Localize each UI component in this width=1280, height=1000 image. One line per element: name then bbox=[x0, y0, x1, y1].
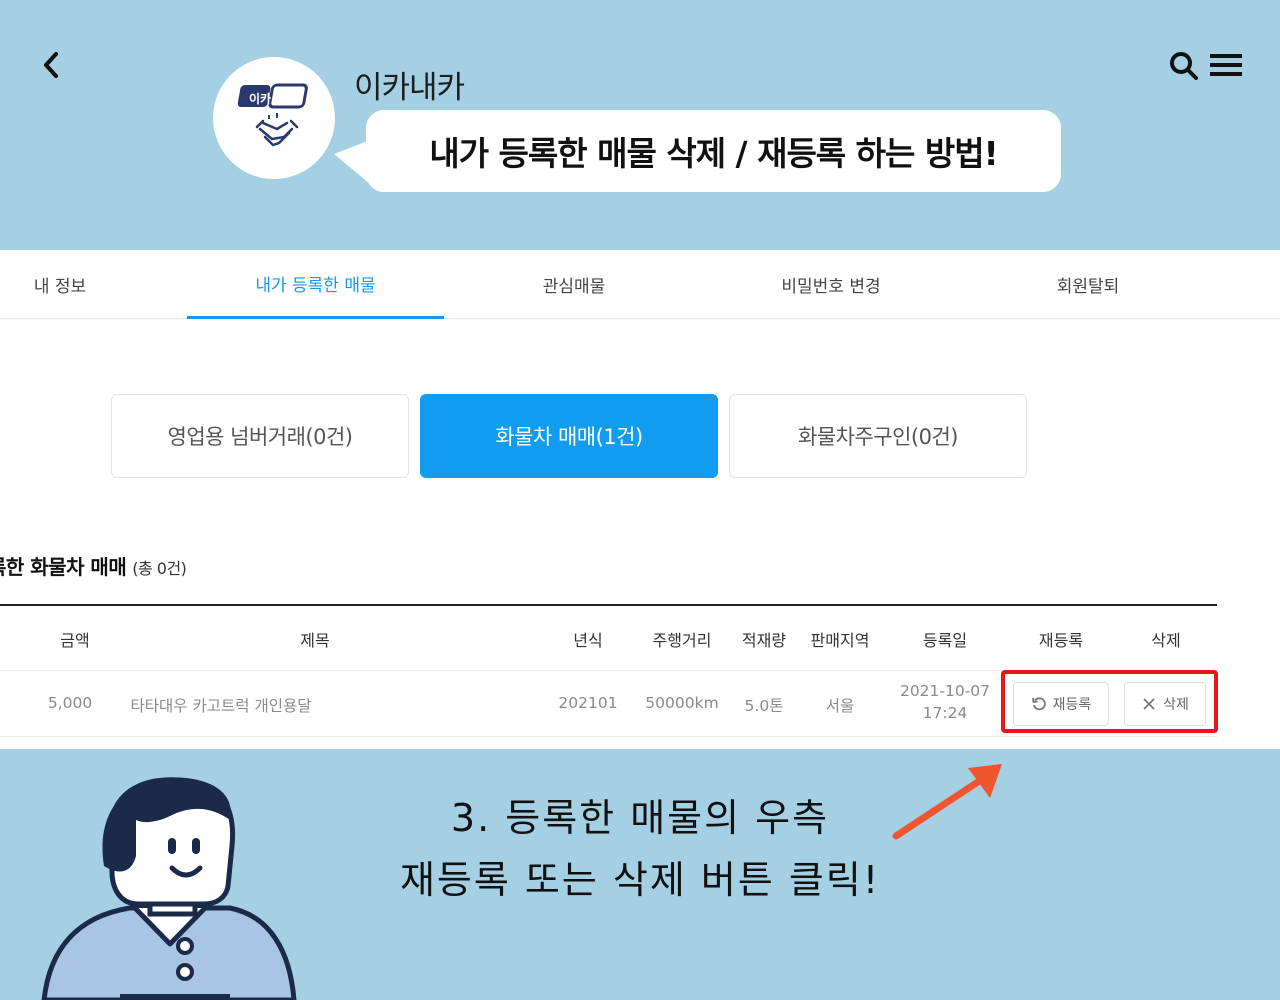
col-title: 제목 bbox=[300, 631, 330, 650]
caption-line-1: 3. 등록한 매물의 우측 bbox=[450, 796, 830, 840]
segment-number-trade[interactable]: 영업용 넘버거래(0건) bbox=[111, 394, 409, 478]
tab-my-info[interactable]: 내 정보 bbox=[0, 250, 120, 319]
tab-my-listings[interactable]: 내가 등록한 매물 bbox=[187, 250, 444, 319]
close-icon bbox=[1143, 698, 1155, 710]
mascot-character bbox=[41, 777, 297, 1000]
row-year: 202101 bbox=[558, 694, 618, 712]
tab-withdraw[interactable]: 회원탈퇴 bbox=[958, 250, 1218, 319]
segment-driver-recruit[interactable]: 화물차주구인(0건) bbox=[729, 394, 1027, 478]
list-title: 록한 화물차 매매 (총 0건) bbox=[0, 551, 187, 580]
logo-text: 이카 내카 bbox=[249, 91, 297, 106]
reregister-button[interactable]: 재등록 bbox=[1013, 682, 1109, 726]
reregister-label: 재등록 bbox=[1052, 697, 1092, 713]
delete-label: 삭제 bbox=[1163, 697, 1189, 713]
row-title[interactable]: 타타대우 카고트럭 개인용달 bbox=[131, 694, 312, 716]
col-capacity: 적재량 bbox=[741, 631, 787, 650]
row-capacity: 5.0톤 bbox=[744, 697, 784, 715]
mypage-panel: 내 정보 내가 등록한 매물 관심매물 비밀번호 변경 회원탈퇴 영업용 넘버거… bbox=[0, 250, 1280, 749]
col-region: 판매지역 bbox=[810, 631, 870, 650]
handshake-logo-icon: 이카 내카 bbox=[237, 83, 308, 147]
menu-icon[interactable] bbox=[1210, 50, 1242, 80]
row-mileage: 50000km bbox=[645, 694, 719, 712]
row-date: 2021-10-07 bbox=[899, 682, 991, 700]
tab-favorites[interactable]: 관심매물 bbox=[444, 250, 704, 319]
header-divider bbox=[0, 670, 1217, 671]
list-title-text: 록한 화물차 매매 bbox=[0, 555, 127, 579]
brand-name: 이카내카 bbox=[354, 70, 465, 106]
speech-bubble-tail bbox=[334, 140, 370, 184]
row-divider bbox=[0, 736, 1217, 737]
col-year: 년식 bbox=[573, 631, 603, 650]
headline-bubble: 내가 등록한 매물 삭제 / 재등록 하는 방법! bbox=[366, 110, 1061, 192]
col-date: 등록일 bbox=[922, 631, 968, 650]
col-delete: 삭제 bbox=[1151, 631, 1181, 650]
row-time: 17:24 bbox=[922, 704, 968, 722]
search-icon[interactable] bbox=[1168, 50, 1200, 80]
segment-truck-sale[interactable]: 화물차 매매(1건) bbox=[420, 394, 718, 478]
col-price: 금액 bbox=[60, 631, 90, 650]
row-price: 5,000 bbox=[47, 694, 93, 712]
caption-line-2: 재등록 또는 삭제 버튼 클릭! bbox=[399, 858, 881, 902]
header-actions bbox=[1168, 50, 1242, 80]
refresh-icon bbox=[1031, 697, 1046, 711]
list-count: (총 0건) bbox=[132, 559, 187, 578]
row-region: 서울 bbox=[825, 697, 855, 715]
mypage-tabs: 내 정보 내가 등록한 매물 관심매물 비밀번호 변경 회원탈퇴 bbox=[0, 250, 1280, 319]
pointer-arrow-icon bbox=[892, 764, 1002, 840]
col-mileage: 주행거리 bbox=[652, 631, 712, 650]
table-top-rule bbox=[0, 604, 1217, 606]
col-reregister: 재등록 bbox=[1038, 631, 1084, 650]
delete-button[interactable]: 삭제 bbox=[1124, 682, 1206, 726]
brand-logo: 이카 내카 bbox=[213, 57, 335, 179]
back-chevron-icon[interactable] bbox=[38, 48, 66, 82]
tab-change-password[interactable]: 비밀번호 변경 bbox=[704, 250, 958, 319]
